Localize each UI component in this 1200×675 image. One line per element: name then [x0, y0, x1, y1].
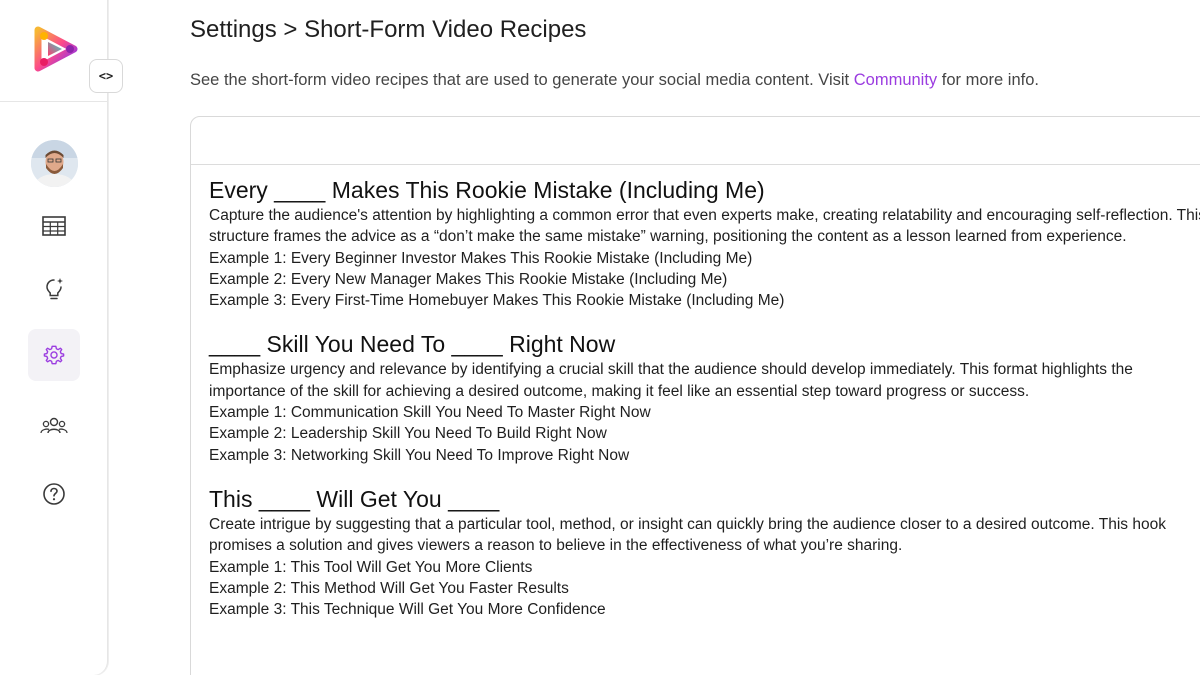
- recipe-description: Emphasize urgency and relevance by ident…: [209, 361, 1133, 400]
- user-avatar-image: [31, 140, 78, 187]
- table-icon: [42, 216, 66, 236]
- nav-item-team[interactable]: [28, 400, 80, 452]
- recipe-title: Every ____ Makes This Rookie Mistake (In…: [209, 177, 765, 203]
- recipe-list: Every ____ Makes This Rookie Mistake (In…: [191, 165, 1200, 620]
- subtitle-text-end: for more info.: [937, 71, 1039, 89]
- help-icon: [43, 483, 65, 505]
- recipe-example: Example 2: Leadership Skill You Need To …: [209, 425, 607, 443]
- recipe-example: Example 1: Every Beginner Investor Makes…: [209, 249, 753, 267]
- recipe-item: ____ Skill You Need To ____ Right Now Em…: [209, 329, 1200, 465]
- collapse-sidebar-button[interactable]: <>: [89, 59, 123, 93]
- recipe-example: Example 3: This Technique Will Get You M…: [209, 601, 606, 619]
- recipes-panel: Every ____ Makes This Rookie Mistake (In…: [190, 116, 1200, 675]
- recipe-example: Example 2: Every New Manager Makes This …: [209, 270, 728, 288]
- avatar[interactable]: [31, 140, 78, 187]
- main-content: Settings > Short-Form Video Recipes See …: [190, 0, 1200, 675]
- recipe-description: Create intrigue by suggesting that a par…: [209, 515, 1166, 555]
- recipe-description: Capture the audience's attention by high…: [209, 207, 1200, 246]
- community-link[interactable]: Community: [854, 71, 937, 89]
- settings-icon: [43, 345, 65, 365]
- recipe-example: Example 1: Communication Skill You Need …: [209, 404, 651, 422]
- lightbulb-icon: [46, 278, 63, 300]
- recipe-title: This ____ Will Get You ____: [209, 485, 500, 512]
- recipe-title: ____ Skill You Need To ____ Right Now: [209, 331, 616, 358]
- recipe-item: Every ____ Makes This Rookie Mistake (In…: [209, 175, 1200, 311]
- recipe-example: Example 2: This Method Will Get You Fast…: [209, 579, 569, 597]
- users-icon: [40, 417, 68, 434]
- recipes-panel-header: [191, 117, 1200, 165]
- subtitle-text: See the short-form video recipes that ar…: [190, 71, 854, 89]
- recipe-example: Example 3: Networking Skill You Need To …: [209, 446, 630, 464]
- nav-item-settings[interactable]: [28, 329, 80, 381]
- recipe-item: This ____ Will Get You ____ Create intri…: [209, 484, 1200, 620]
- sidebar: [0, 0, 108, 675]
- app-logo[interactable]: [34, 26, 78, 72]
- nav-item-ideas[interactable]: [28, 263, 80, 315]
- nav-item-table[interactable]: [28, 200, 80, 252]
- recipe-example: Example 3: Every First-Time Homebuyer Ma…: [209, 292, 785, 310]
- recipe-example: Example 1: This Tool Will Get You More C…: [209, 558, 533, 576]
- page-title: Settings > Short-Form Video Recipes: [190, 16, 587, 43]
- page-subtitle: See the short-form video recipes that ar…: [190, 71, 1039, 90]
- nav-item-help[interactable]: [28, 468, 80, 520]
